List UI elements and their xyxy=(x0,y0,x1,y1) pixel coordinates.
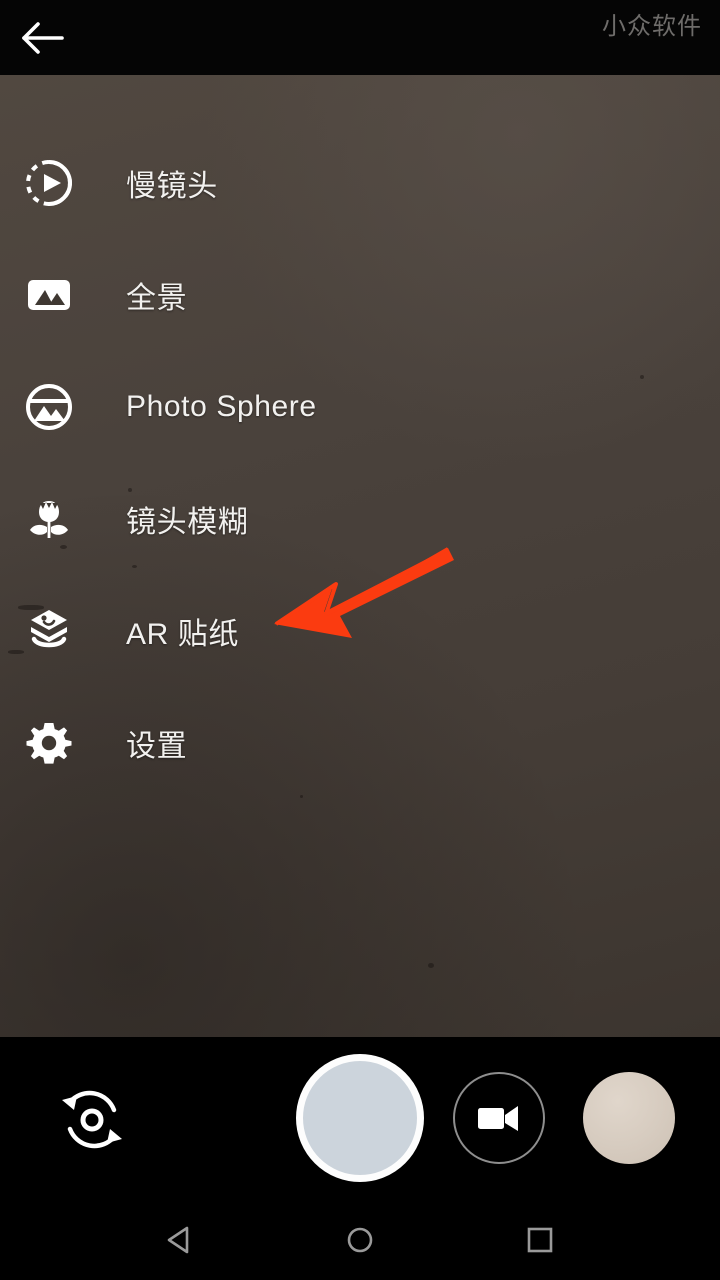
nav-recents-square-icon xyxy=(527,1227,553,1253)
menu-item-label: 全景 xyxy=(126,282,188,315)
shutter-button[interactable] xyxy=(296,1054,424,1182)
back-button[interactable] xyxy=(12,8,74,68)
menu-item-settings[interactable]: 设置 xyxy=(0,695,460,791)
camera-flip-icon xyxy=(62,1090,122,1149)
photo-sphere-icon xyxy=(18,381,80,433)
menu-item-label: AR 贴纸 xyxy=(126,618,240,651)
gallery-thumbnail-button[interactable] xyxy=(583,1072,675,1164)
menu-item-label: 慢镜头 xyxy=(126,170,218,203)
top-bar: 小众软件 xyxy=(0,0,720,75)
nav-home-button[interactable] xyxy=(300,1200,420,1280)
menu-item-panorama[interactable]: 全景 xyxy=(0,247,460,343)
flip-camera-button[interactable] xyxy=(47,1075,137,1163)
panorama-icon xyxy=(18,269,80,321)
menu-item-lens-blur[interactable]: 镜头模糊 xyxy=(0,471,460,567)
nav-recents-button[interactable] xyxy=(480,1200,600,1280)
menu-item-label: Photo Sphere xyxy=(126,390,317,423)
slow-motion-icon xyxy=(18,157,80,209)
arrow-left-icon xyxy=(22,22,64,54)
watermark-text: 小众软件 xyxy=(602,13,702,40)
video-mode-button[interactable] xyxy=(453,1072,545,1164)
menu-item-photo-sphere[interactable]: Photo Sphere xyxy=(0,359,460,455)
android-nav-bar xyxy=(0,1200,720,1280)
nav-home-circle-icon xyxy=(347,1227,373,1253)
menu-item-slow-motion[interactable]: 慢镜头 xyxy=(0,135,460,231)
settings-gear-icon xyxy=(18,717,80,769)
menu-item-ar-stickers[interactable]: AR 贴纸 xyxy=(0,583,460,679)
menu-item-label: 设置 xyxy=(126,730,188,763)
video-camera-icon xyxy=(478,1106,518,1131)
ar-stickers-icon xyxy=(18,605,80,657)
nav-back-button[interactable] xyxy=(120,1200,240,1280)
camera-app-screen: 小众软件 慢镜头 全景 Photo Sphere 镜头模糊 AR 贴纸 设置 xyxy=(0,0,720,1280)
nav-back-triangle-icon xyxy=(167,1226,189,1254)
menu-item-label: 镜头模糊 xyxy=(126,506,249,539)
lens-blur-icon xyxy=(18,493,80,545)
